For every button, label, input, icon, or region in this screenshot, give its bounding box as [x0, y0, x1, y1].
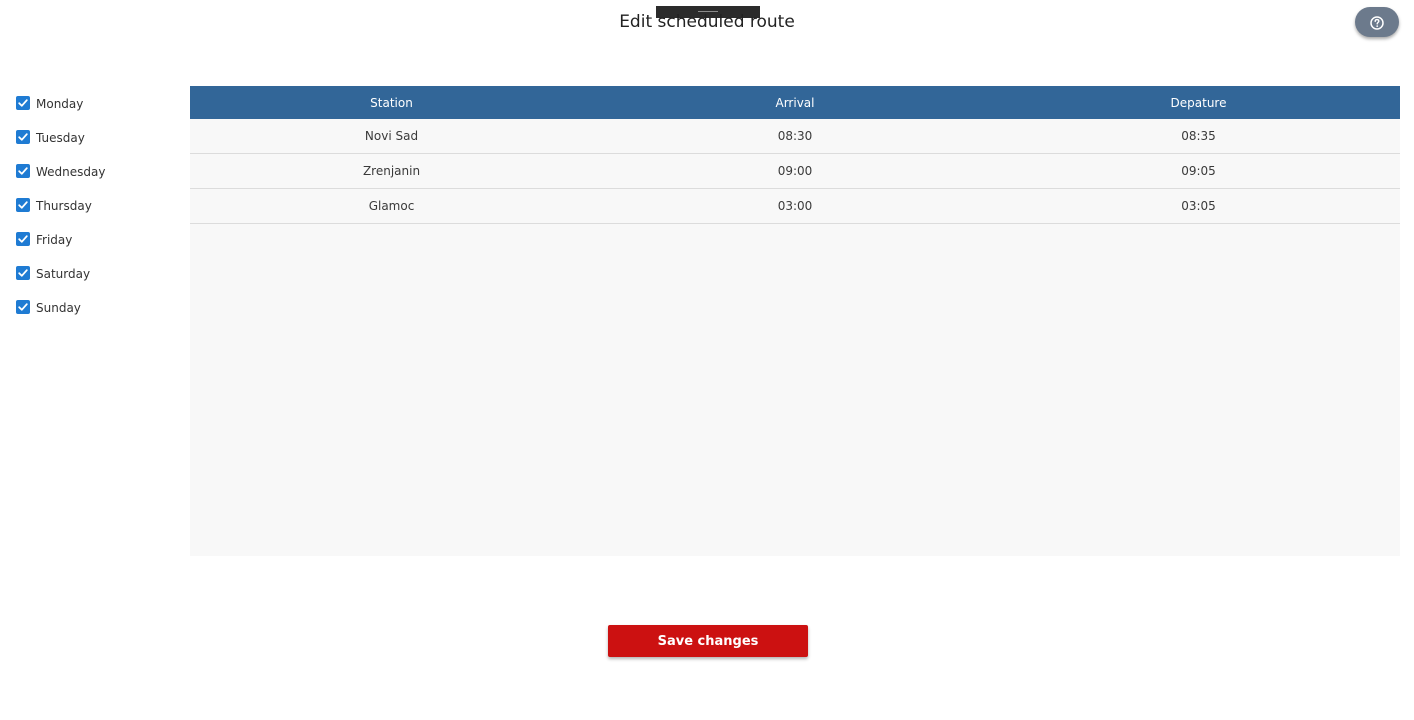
- window-drag-handle[interactable]: [656, 6, 760, 18]
- day-label[interactable]: Thursday: [36, 199, 92, 213]
- thursday-checkbox[interactable]: [16, 198, 30, 212]
- help-button[interactable]: [1355, 7, 1399, 37]
- wednesday-checkbox[interactable]: [16, 164, 30, 178]
- day-option-thursday[interactable]: Thursday: [16, 197, 176, 231]
- check-icon: [18, 235, 28, 243]
- check-icon: [18, 99, 28, 107]
- drag-grip-icon: [698, 11, 718, 12]
- tuesday-checkbox[interactable]: [16, 130, 30, 144]
- check-icon: [18, 269, 28, 277]
- cell-station: Novi Sad: [364, 129, 419, 143]
- save-changes-button[interactable]: Save changes: [608, 625, 808, 657]
- day-option-saturday[interactable]: Saturday: [16, 265, 176, 299]
- cell-departure: 08:35: [1181, 129, 1216, 143]
- check-icon: [18, 167, 28, 175]
- day-label[interactable]: Wednesday: [36, 165, 105, 179]
- day-option-monday[interactable]: Monday: [16, 95, 176, 129]
- stations-table: Station Arrival Depature Novi Sad 08:30 …: [190, 86, 1400, 556]
- day-option-sunday[interactable]: Sunday: [16, 299, 176, 333]
- monday-checkbox[interactable]: [16, 96, 30, 110]
- cell-arrival: 03:00: [777, 199, 813, 213]
- cell-arrival: 09:00: [777, 164, 813, 178]
- day-checkbox-list: Monday Tuesday Wednesday Thursday Friday: [16, 95, 176, 333]
- help-icon: [1370, 15, 1384, 30]
- table-row[interactable]: Glamoc 03:00 03:05: [190, 189, 1400, 224]
- cell-departure: 03:05: [1181, 199, 1216, 213]
- edit-route-page: Edit scheduled route Monday Tuesday Wedn…: [0, 0, 1414, 720]
- column-header-arrival[interactable]: Arrival: [593, 86, 997, 119]
- saturday-checkbox[interactable]: [16, 266, 30, 280]
- day-option-friday[interactable]: Friday: [16, 231, 176, 265]
- column-header-departure[interactable]: Depature: [997, 86, 1400, 119]
- sunday-checkbox[interactable]: [16, 300, 30, 314]
- day-label[interactable]: Monday: [36, 97, 83, 111]
- check-icon: [18, 133, 28, 141]
- cell-station: Zrenjanin: [362, 164, 421, 178]
- day-option-tuesday[interactable]: Tuesday: [16, 129, 176, 163]
- cell-station: Glamoc: [368, 199, 415, 213]
- cell-arrival: 08:30: [777, 129, 813, 143]
- day-label[interactable]: Tuesday: [36, 131, 85, 145]
- check-icon: [18, 201, 28, 209]
- day-label[interactable]: Sunday: [36, 301, 81, 315]
- day-label[interactable]: Saturday: [36, 267, 90, 281]
- column-header-station[interactable]: Station: [190, 86, 593, 119]
- friday-checkbox[interactable]: [16, 232, 30, 246]
- table-header: Station Arrival Depature: [190, 86, 1400, 119]
- day-label[interactable]: Friday: [36, 233, 72, 247]
- table-row[interactable]: Zrenjanin 09:00 09:05: [190, 154, 1400, 189]
- table-row[interactable]: Novi Sad 08:30 08:35: [190, 119, 1400, 154]
- check-icon: [18, 303, 28, 311]
- cell-departure: 09:05: [1181, 164, 1216, 178]
- day-option-wednesday[interactable]: Wednesday: [16, 163, 176, 197]
